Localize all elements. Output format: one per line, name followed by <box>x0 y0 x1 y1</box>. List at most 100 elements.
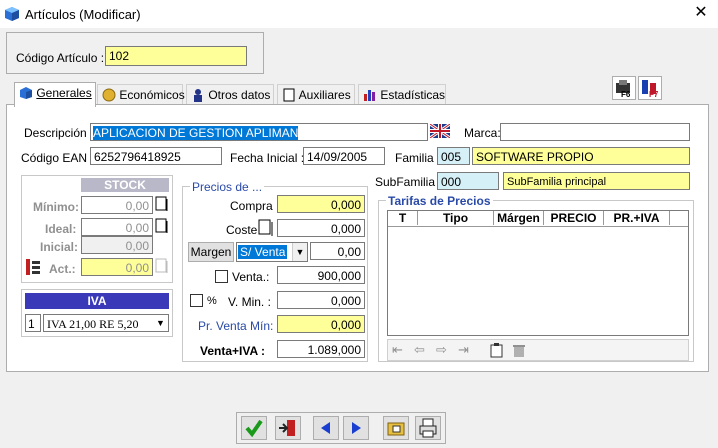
prventa-input[interactable]: 0,000 <box>277 315 365 333</box>
tarifas-header: T Tipo Márgen PRECIO PR.+IVA <box>388 211 688 227</box>
uk-flag-icon[interactable] <box>430 124 450 138</box>
tarifas-table[interactable]: T Tipo Márgen PRECIO PR.+IVA <box>387 210 689 336</box>
percent-checkbox[interactable] <box>190 294 203 307</box>
print-button[interactable] <box>415 416 441 440</box>
tab-generales[interactable]: Generales <box>14 82 96 107</box>
code-frame: Código Artículo : 102 <box>6 32 264 74</box>
marca-label: Marca: <box>464 126 501 140</box>
act-input[interactable]: 0,00 <box>81 258 153 276</box>
descripcion-selected-text: APLICACION DE GESTION APLIMAN <box>93 126 299 140</box>
folder-icon <box>387 422 405 436</box>
iva-select[interactable]: IVA 21,00 RE 5,20 ▼ <box>43 314 169 332</box>
stock-tree-icon[interactable] <box>24 258 42 276</box>
marca-input[interactable] <box>500 123 690 141</box>
window-title: Artículos (Modificar) <box>25 7 141 22</box>
ean-input[interactable]: 6252796418925 <box>90 147 222 165</box>
subfamilia-name-input[interactable]: SubFamilia principal <box>503 172 690 190</box>
column-header[interactable]: Márgen <box>494 211 544 225</box>
document-icon[interactable] <box>155 196 169 212</box>
window: Artículos (Modificar) ✕ Código Artículo … <box>0 0 718 448</box>
open-folder-button[interactable] <box>383 416 409 440</box>
precios-title: Precios de ... <box>190 180 265 194</box>
arrow-left-icon <box>321 422 330 434</box>
document-icon[interactable] <box>155 258 169 274</box>
title-bar: Artículos (Modificar) ✕ <box>0 0 718 28</box>
fecha-label: Fecha Inicial : <box>230 151 305 165</box>
margen-value-input[interactable]: 0,00 <box>310 242 365 260</box>
inicial-input: 0,00 <box>81 236 153 254</box>
exit-button[interactable] <box>275 416 301 440</box>
vmin-input[interactable]: 0,000 <box>277 291 365 309</box>
next-button[interactable] <box>343 416 369 440</box>
vmin-label: V. Min. : <box>228 295 271 309</box>
tab-economicos[interactable]: Económicos <box>97 84 185 106</box>
venta-input[interactable]: 900,000 <box>277 266 365 284</box>
column-header[interactable]: PRECIO <box>544 211 604 225</box>
venta-label: Venta.: <box>232 270 270 284</box>
exit-door-icon <box>279 420 295 436</box>
familia-name-input[interactable]: SOFTWARE PROPIO <box>472 147 690 165</box>
margen-type-select[interactable]: S/ Venta ▼ <box>236 242 308 262</box>
chevron-down-icon: ▼ <box>292 243 307 261</box>
code-input[interactable]: 102 <box>105 46 247 66</box>
ventaiva-label: Venta+IVA : <box>200 344 266 358</box>
code-label: Código Artículo : <box>16 51 105 65</box>
cube-icon <box>20 87 32 99</box>
descripcion-label: Descripción : <box>24 126 94 140</box>
column-header[interactable]: Tipo <box>418 211 494 225</box>
margen-button[interactable]: Margen <box>188 242 234 262</box>
ideal-input[interactable]: 0,00 <box>81 218 153 236</box>
iva-title: IVA <box>25 293 169 309</box>
column-header[interactable]: PR.+IVA <box>604 211 670 225</box>
trash-icon[interactable] <box>512 344 526 358</box>
coste-input[interactable]: 0,000 <box>277 219 365 237</box>
fecha-input[interactable]: 14/09/2005 <box>303 147 385 165</box>
next-icon[interactable]: ⇨ <box>436 342 447 358</box>
document-icon[interactable] <box>258 219 274 237</box>
first-icon[interactable]: ⇤ <box>392 342 403 358</box>
tarifas-title: Tarifas de Precios <box>386 194 493 208</box>
accept-button[interactable] <box>241 416 267 440</box>
tarifas-navigator: ⇤ ⇦ ⇨ ⇥ <box>387 339 689 361</box>
last-icon[interactable]: ⇥ <box>458 342 469 358</box>
minimo-input[interactable]: 0,00 <box>81 196 153 214</box>
tab-economicos-label: Económicos <box>119 88 185 102</box>
ideal-label: Ideal: <box>45 222 77 236</box>
tab-generales-label: Generales <box>36 86 92 100</box>
person-icon <box>194 89 202 102</box>
prev-icon[interactable]: ⇦ <box>414 342 425 358</box>
clipboard-icon[interactable] <box>490 343 504 358</box>
subfamilia-code-input[interactable]: 000 <box>437 172 499 190</box>
coins-icon <box>102 88 116 102</box>
column-header[interactable]: T <box>388 211 418 225</box>
arrow-right-icon <box>352 422 361 434</box>
familia-code-input[interactable]: 005 <box>437 147 470 165</box>
tab-estadisticas[interactable]: Estadísticas <box>358 84 446 106</box>
close-button[interactable]: ✕ <box>690 3 712 25</box>
f7-icon[interactable]: F7 <box>638 76 662 100</box>
ventaiva-input[interactable]: 1.089,000 <box>277 340 365 358</box>
tab-otros-datos-label: Otros datos <box>208 88 271 102</box>
f6-icon[interactable]: F6 <box>612 76 636 100</box>
tab-otros-datos[interactable]: Otros datos <box>186 84 274 106</box>
tab-auxiliares[interactable]: Auxiliares <box>277 84 355 106</box>
previous-button[interactable] <box>313 416 339 440</box>
prventa-label: Pr. Venta Mín: <box>198 319 274 333</box>
ean-label: Código EAN : <box>21 151 94 165</box>
tab-estadisticas-label: Estadísticas <box>380 88 446 102</box>
document-icon[interactable] <box>155 218 169 234</box>
checkmark-icon <box>245 419 263 438</box>
margen-type-value: S/ Venta <box>238 245 288 259</box>
bottom-toolbar <box>236 412 446 444</box>
descripcion-input[interactable]: APLICACION DE GESTION APLIMAN <box>90 123 428 141</box>
compra-input[interactable]: 0,000 <box>277 195 365 213</box>
familia-label: Familia : <box>395 151 441 165</box>
percent-label: % <box>207 295 217 307</box>
venta-checkbox[interactable] <box>215 270 228 283</box>
iva-num-input[interactable]: 1 <box>25 314 41 332</box>
inicial-label: Inicial: <box>40 240 79 254</box>
subfamilia-label: SubFamilia : <box>375 175 442 189</box>
printer-icon <box>419 418 437 438</box>
svg-text:F6: F6 <box>621 90 631 99</box>
tab-auxiliares-label: Auxiliares <box>298 88 351 102</box>
